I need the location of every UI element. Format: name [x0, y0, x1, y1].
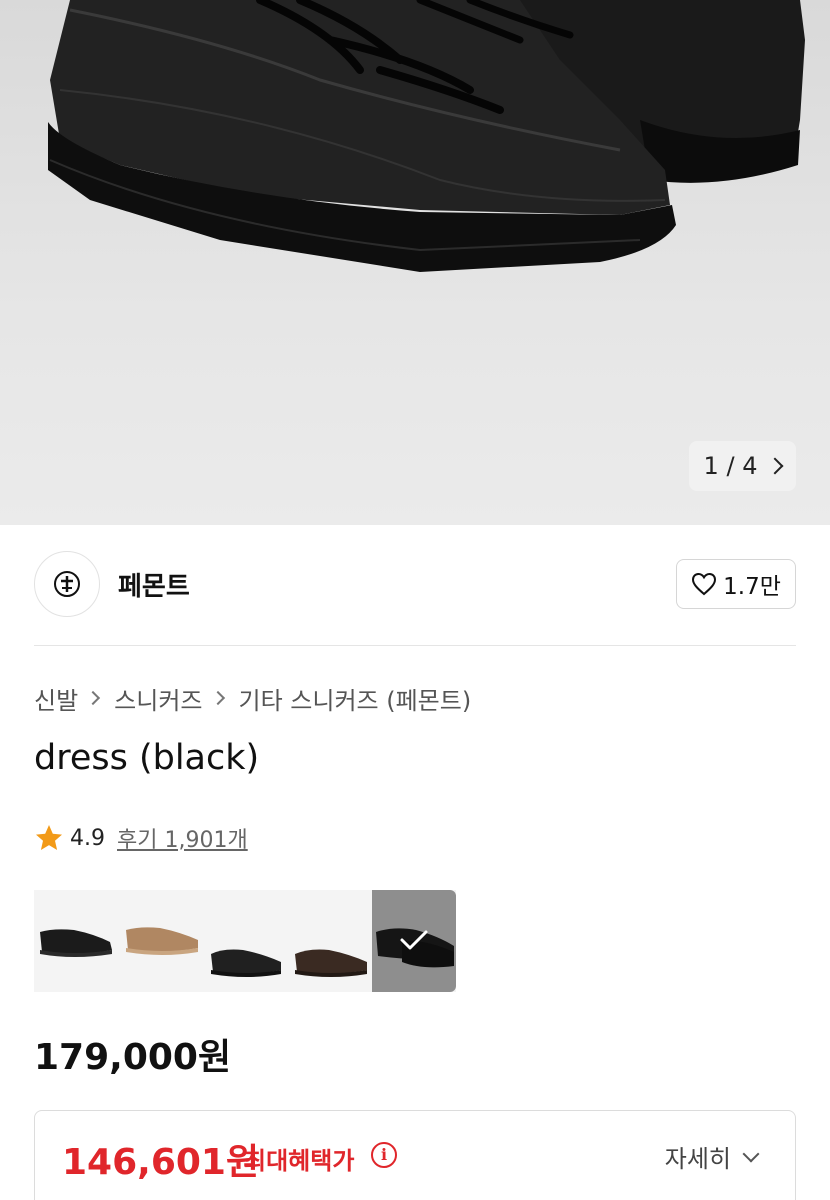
brand-logo-icon — [54, 571, 80, 597]
chevron-right-icon — [210, 690, 225, 706]
like-button[interactable]: 1.7만 — [676, 559, 796, 609]
rating-row: 4.9 후기 1,901개 — [34, 818, 248, 858]
rating-score: 4.9 — [70, 825, 105, 851]
pager-text: 1 / 4 — [703, 452, 758, 480]
chevron-right-icon — [86, 690, 101, 706]
brand-logo[interactable] — [34, 551, 100, 617]
review-count-link[interactable]: 후기 1,901개 — [117, 822, 248, 854]
brand-row: 페몬트 1.7만 — [34, 551, 796, 617]
star-icon — [36, 825, 62, 850]
detail-label: 자세히 — [664, 1145, 731, 1173]
check-icon — [400, 930, 428, 950]
product-title: dress (black) — [34, 738, 260, 778]
max-benefit-box[interactable]: 146,601원 최대혜택가 i 자세히 — [34, 1110, 796, 1200]
chevron-right-icon — [766, 457, 784, 475]
benefit-label: 최대혜택가 — [244, 1147, 355, 1175]
chevron-down-icon — [742, 1145, 760, 1162]
thumbnail-image — [40, 929, 112, 957]
color-option-black-suede[interactable] — [34, 890, 119, 992]
breadcrumb: 신발 스니커즈 기타 스니커즈 (페몬트) — [34, 680, 471, 716]
info-icon[interactable]: i — [371, 1142, 397, 1168]
breadcrumb-item-other-sneakers[interactable]: 기타 스니커즈 (페몬트) — [239, 681, 472, 716]
color-option-black-leather-low[interactable] — [202, 890, 288, 992]
color-option-black-leather-selected[interactable] — [371, 890, 456, 992]
thumbnail-image — [210, 949, 281, 977]
image-pager[interactable]: 1 / 4 — [689, 441, 796, 491]
like-count: 1.7만 — [723, 574, 781, 600]
breadcrumb-item-sneakers[interactable]: 스니커즈 — [114, 681, 202, 716]
color-option-tan-suede[interactable] — [118, 890, 203, 992]
thumbnail-image — [295, 949, 368, 977]
detail-toggle[interactable]: 자세히 — [664, 1139, 760, 1174]
divider — [34, 645, 796, 646]
product-image-gallery[interactable]: 1 / 4 — [0, 0, 830, 525]
color-options — [34, 890, 456, 992]
color-option-brown-suede[interactable] — [287, 890, 372, 992]
heart-icon — [692, 572, 717, 596]
breadcrumb-item-shoes[interactable]: 신발 — [34, 681, 78, 716]
thumbnail-image — [126, 927, 199, 955]
benefit-price: 146,601원 — [62, 1142, 260, 1183]
brand-name[interactable]: 페몬트 — [118, 566, 190, 603]
product-price: 179,000원 — [34, 1037, 232, 1078]
